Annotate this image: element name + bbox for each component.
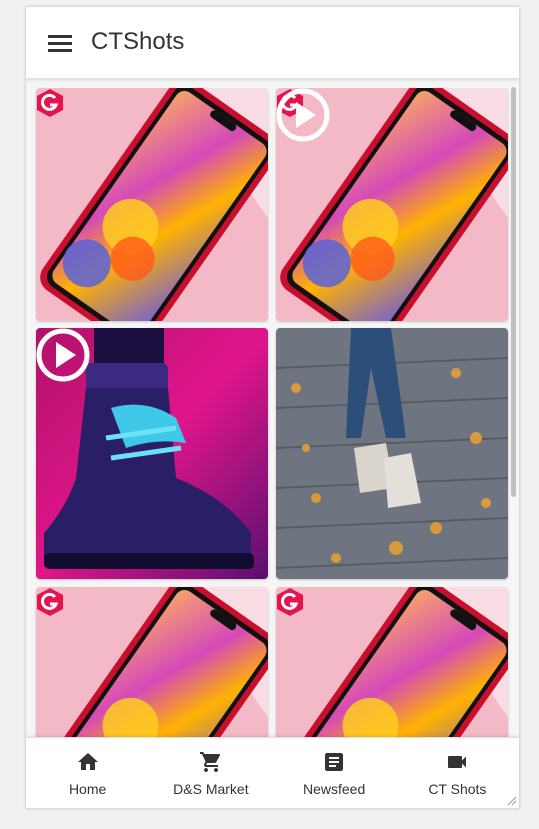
- street-photo: [276, 328, 508, 579]
- shots-grid[interactable]: [26, 79, 519, 737]
- nav-item-market[interactable]: D&S Market: [149, 738, 272, 808]
- top-app-bar: CTShots: [26, 7, 519, 79]
- brand-logo-icon: [277, 588, 303, 616]
- videocam-icon: [448, 756, 467, 768]
- shot-tile[interactable]: [276, 88, 508, 321]
- nav-label-market: D&S Market: [173, 781, 249, 797]
- app-frame: CTShots Home D&S Market Newsfeed CT Shot…: [26, 7, 519, 808]
- nav-item-newsfeed[interactable]: Newsfeed: [273, 738, 396, 808]
- nav-label-home: Home: [68, 781, 107, 797]
- shot-tile[interactable]: [36, 587, 268, 737]
- scrollbar[interactable]: [511, 87, 516, 497]
- shot-tile[interactable]: [276, 587, 508, 737]
- nav-label-ct-shots: CT Shots: [428, 781, 487, 797]
- article-icon: [325, 753, 344, 771]
- phone-photo: [36, 88, 268, 321]
- nav-item-home[interactable]: Home: [26, 738, 149, 808]
- nav-label-newsfeed: Newsfeed: [302, 781, 366, 797]
- nav-item-ct-shots[interactable]: CT Shots: [396, 738, 519, 808]
- menu-icon[interactable]: [48, 33, 74, 53]
- shot-tile[interactable]: [276, 328, 508, 579]
- home-icon: [77, 753, 98, 770]
- shot-tile[interactable]: [36, 88, 268, 321]
- resize-grip-icon[interactable]: [505, 794, 517, 806]
- phone-photo: [36, 587, 268, 737]
- shot-tile[interactable]: [36, 328, 268, 579]
- play-icon[interactable]: [276, 88, 330, 142]
- app-title: CTShots: [91, 28, 185, 55]
- play-icon[interactable]: [36, 328, 90, 382]
- cart-icon: [199, 752, 220, 772]
- bottom-navigation: Home D&S Market Newsfeed CT Shots: [26, 737, 519, 808]
- brand-logo-icon: [37, 588, 63, 616]
- brand-logo-icon: [37, 89, 63, 117]
- phone-photo: [276, 587, 508, 737]
